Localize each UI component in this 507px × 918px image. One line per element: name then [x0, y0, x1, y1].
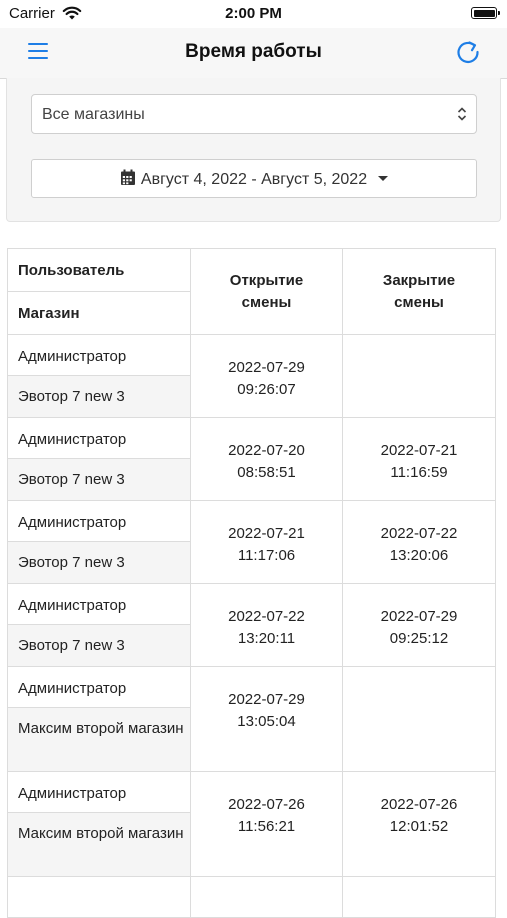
row-user: Администратор [7, 666, 191, 708]
table-row[interactable]: Администратор 2022-07-21 11:17:06 2022-07… [7, 500, 496, 584]
row-close-time: 2022-07-26 12:01:52 [342, 771, 496, 877]
row-close-time: 2022-07-21 11:16:59 [342, 417, 496, 501]
shifts-table: Пользователь Открытие смены Закрытие сме… [7, 248, 496, 918]
row-open-time: 2022-07-26 11:56:21 [190, 771, 343, 877]
row-user: Администратор [7, 417, 191, 459]
refresh-icon[interactable] [454, 38, 482, 66]
store-select[interactable]: Все магазины [31, 94, 477, 134]
table-row[interactable]: Администратор 2022-07-29 09:26:07 [7, 334, 496, 418]
row-open-time: 2022-07-22 13:20:11 [190, 583, 343, 667]
row-user: Администратор [7, 771, 191, 813]
row-store: Эвотор 7 new 3 [7, 458, 191, 501]
row-open-time: 2022-07-29 13:05:04 [190, 666, 343, 772]
header-open: Открытие смены [190, 248, 343, 335]
store-select-value: Все магазины [42, 106, 145, 123]
table-row[interactable]: Администратор 2022-07-20 08:58:51 2022-07… [7, 417, 496, 501]
row-user: Администратор [7, 500, 191, 542]
table-row[interactable]: Администратор 2022-07-29 13:05:04 [7, 666, 496, 772]
row-open-time: 2022-07-21 11:17:06 [190, 500, 343, 584]
battery-icon [471, 7, 500, 19]
row-store: Эвотор 7 new 3 [7, 375, 191, 418]
date-range-button[interactable]: Август 4, 2022 - Август 5, 2022 [31, 159, 477, 198]
table-row[interactable] [7, 876, 496, 918]
status-bar: Carrier 2:00 PM [0, 0, 507, 28]
row-close-time: 2022-07-22 13:20:06 [342, 500, 496, 584]
header-store: Магазин [7, 291, 191, 335]
row-store: Эвотор 7 new 3 [7, 541, 191, 584]
row-user: Администратор [7, 583, 191, 625]
navigation-bar: Время работы [0, 28, 507, 79]
row-open-time: 2022-07-29 09:26:07 [190, 334, 343, 418]
row-store: Максим второй магазин [7, 812, 191, 877]
table-row[interactable]: Администратор 2022-07-22 13:20:11 2022-07… [7, 583, 496, 667]
row-user-partial [7, 876, 191, 918]
calendar-icon [121, 169, 136, 185]
row-store: Максим второй магазин [7, 707, 191, 772]
row-user: Администратор [7, 334, 191, 376]
date-range-label: Август 4, 2022 - Август 5, 2022 [140, 171, 368, 188]
row-open-time: 2022-07-20 08:58:51 [190, 417, 343, 501]
caret-down-icon [377, 176, 388, 181]
row-open-time-partial [190, 876, 343, 918]
row-close-time [342, 666, 496, 772]
row-close-time: 2022-07-29 09:25:12 [342, 583, 496, 667]
table-row[interactable]: Администратор 2022-07-26 11:56:21 2022-07… [7, 771, 496, 877]
header-user: Пользователь [7, 248, 191, 292]
header-close: Закрытие смены [342, 248, 496, 335]
row-close-time-partial [342, 876, 496, 918]
row-store: Эвотор 7 new 3 [7, 624, 191, 667]
page-title: Время работы [185, 41, 322, 62]
filter-panel: Все магазины Август 4, 2022 - Август 5, … [6, 78, 501, 222]
select-arrows-icon [457, 107, 467, 121]
row-close-time [342, 334, 496, 418]
clock: 2:00 PM [225, 5, 282, 22]
